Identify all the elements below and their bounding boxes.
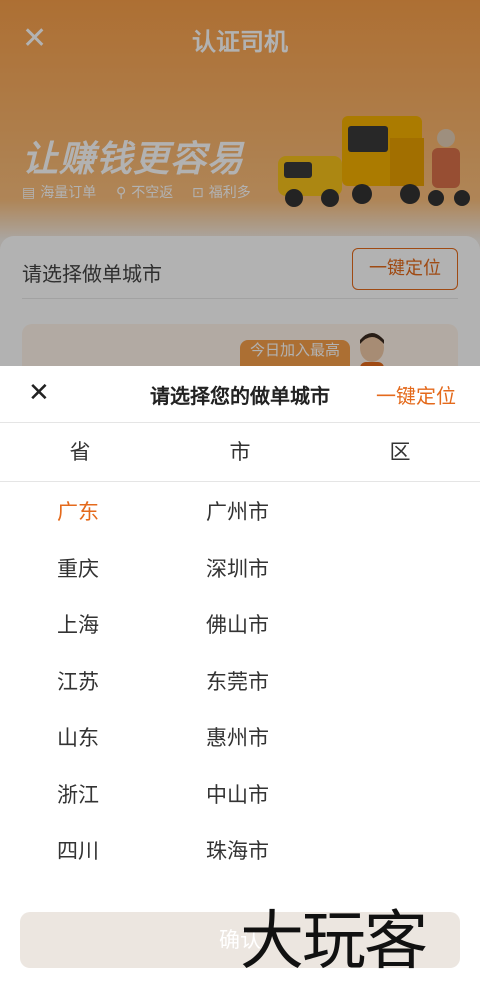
- city-item[interactable]: 惠州市: [206, 720, 269, 777]
- watermark: 大玩客: [240, 905, 428, 979]
- tab-city[interactable]: 市: [160, 423, 320, 481]
- province-list: 广东 重庆 上海 江苏 山东 浙江 四川: [57, 494, 99, 890]
- province-item[interactable]: 上海: [57, 607, 99, 664]
- city-item[interactable]: 东莞市: [206, 664, 269, 721]
- city-item[interactable]: 佛山市: [206, 607, 269, 664]
- city-item[interactable]: 广州市: [206, 494, 269, 551]
- province-item[interactable]: 江苏: [57, 664, 99, 721]
- city-item[interactable]: 中山市: [206, 777, 269, 834]
- province-item[interactable]: 重庆: [57, 551, 99, 608]
- city-picker-sheet: ✕ 请选择您的做单城市 一键定位 省 市 区 广东 重庆 上海 江苏 山东 浙江…: [0, 366, 480, 981]
- picker-tabs: 省 市 区: [0, 422, 480, 482]
- city-item[interactable]: 深圳市: [206, 551, 269, 608]
- city-list: 广州市 深圳市 佛山市 东莞市 惠州市 中山市 珠海市: [206, 494, 269, 890]
- dim-overlay[interactable]: [0, 0, 480, 366]
- picker-locate-button[interactable]: 一键定位: [376, 380, 456, 409]
- province-item[interactable]: 山东: [57, 720, 99, 777]
- province-item[interactable]: 广东: [57, 494, 99, 551]
- tab-province[interactable]: 省: [0, 423, 160, 481]
- province-item[interactable]: 浙江: [57, 777, 99, 834]
- tab-district[interactable]: 区: [320, 423, 480, 481]
